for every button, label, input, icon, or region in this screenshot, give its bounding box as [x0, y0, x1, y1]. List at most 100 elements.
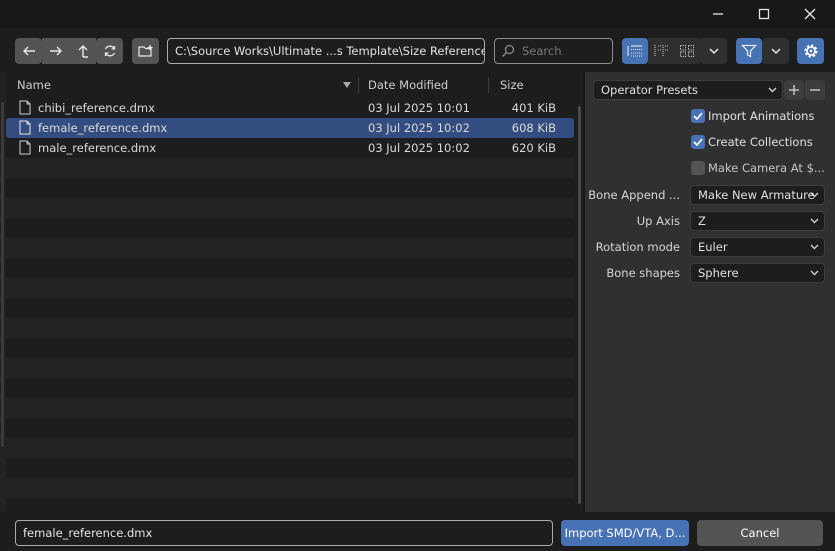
filter-icon: [741, 44, 757, 58]
filename-input[interactable]: female_reference.dmx: [15, 520, 553, 546]
new-folder-button[interactable]: [132, 38, 159, 64]
empty-row: [6, 178, 574, 198]
file-date: 03 Jul 2025 10:02: [368, 121, 470, 135]
checkmark-icon: [693, 138, 703, 147]
empty-row: [6, 198, 574, 218]
file-name: chibi_reference.dmx: [38, 101, 155, 115]
minimize-icon: [713, 13, 723, 15]
directory-path-input[interactable]: C:\Source Works\Ultimate ...s Template\S…: [167, 38, 485, 64]
gear-icon: [804, 44, 817, 58]
make-camera-label[interactable]: Make Camera At $...: [708, 161, 825, 175]
chevron-down-icon: [770, 48, 781, 55]
arrow-right-icon: [49, 46, 62, 56]
grid-view-icon: [680, 45, 694, 57]
filter-settings-dropdown[interactable]: [762, 38, 789, 64]
rotation-mode-dropdown[interactable]: Euler: [690, 237, 825, 257]
vertical-list-view-button[interactable]: [622, 38, 648, 64]
forward-button[interactable]: [42, 38, 69, 64]
bone-append-dropdown[interactable]: Make New Armature: [690, 185, 825, 205]
import-animations-checkbox[interactable]: [691, 109, 705, 123]
chevron-down-icon: [810, 218, 819, 224]
file-row[interactable]: chibi_reference.dmx 03 Jul 2025 10:01 40…: [6, 98, 574, 118]
column-header-size[interactable]: Size: [500, 74, 524, 96]
import-animations-label[interactable]: Import Animations: [708, 109, 814, 123]
thumbnail-view-button[interactable]: [674, 38, 700, 64]
column-divider[interactable]: [358, 77, 359, 93]
checkmark-icon: [693, 112, 703, 121]
empty-row: [6, 378, 574, 398]
bone-shapes-value: Sphere: [698, 266, 739, 280]
chevron-down-icon: [810, 192, 819, 198]
file-rows: chibi_reference.dmx 03 Jul 2025 10:01 40…: [6, 98, 583, 512]
column-header-name[interactable]: Name: [17, 74, 51, 96]
file-icon: [19, 140, 31, 155]
back-button[interactable]: [15, 38, 42, 64]
filter-toggle-button[interactable]: [736, 38, 762, 64]
file-size: 620 KiB: [511, 141, 556, 155]
file-list-scrollbar[interactable]: [578, 106, 581, 504]
empty-row: [6, 278, 574, 298]
file-date: 03 Jul 2025 10:01: [368, 101, 470, 115]
arrow-up-icon: [78, 45, 88, 58]
bone-shapes-label: Bone shapes: [606, 266, 680, 280]
refresh-button[interactable]: [96, 38, 123, 64]
file-date: 03 Jul 2025 10:02: [368, 141, 470, 155]
empty-row: [6, 338, 574, 358]
remove-preset-button[interactable]: [805, 80, 825, 100]
file-list-header: Name Date Modified Size: [6, 74, 583, 96]
empty-row: [6, 438, 574, 458]
chevron-down-icon: [768, 87, 777, 93]
sidebar-scrollbar[interactable]: [1, 102, 4, 447]
search-placeholder: Search: [522, 44, 562, 58]
file-size: 401 KiB: [511, 101, 556, 115]
import-button[interactable]: Import SMD/VTA, D...: [561, 520, 689, 546]
arrow-left-icon: [22, 46, 35, 56]
horizontal-list-view-button[interactable]: [648, 38, 674, 64]
close-icon: [804, 8, 816, 20]
column-divider[interactable]: [488, 77, 489, 93]
file-icon: [19, 100, 31, 115]
title-bar: [0, 0, 835, 28]
file-row-selected[interactable]: female_reference.dmx 03 Jul 2025 10:02 6…: [6, 118, 574, 138]
maximize-icon: [758, 8, 770, 20]
empty-row: [6, 458, 574, 478]
up-axis-value: Z: [698, 214, 706, 228]
operator-presets-label: Operator Presets: [601, 83, 698, 97]
empty-row: [6, 238, 574, 258]
minimize-button[interactable]: [695, 0, 741, 28]
file-size: 608 KiB: [511, 121, 556, 135]
options-toggle-button[interactable]: [797, 38, 824, 64]
operator-presets-dropdown[interactable]: Operator Presets: [593, 80, 783, 100]
file-list: Name Date Modified Size chibi_reference.…: [6, 72, 583, 512]
search-input[interactable]: Search: [494, 38, 613, 64]
columns-view-icon: [654, 45, 668, 57]
create-collections-label[interactable]: Create Collections: [708, 135, 813, 149]
list-view-icon: [627, 45, 642, 57]
close-button[interactable]: [787, 0, 833, 28]
bone-shapes-dropdown[interactable]: Sphere: [690, 263, 825, 283]
display-settings-dropdown[interactable]: [700, 38, 727, 64]
cancel-button[interactable]: Cancel: [697, 520, 823, 546]
create-collections-checkbox[interactable]: [691, 135, 705, 149]
rotation-mode-label: Rotation mode: [595, 240, 680, 254]
up-axis-label: Up Axis: [636, 214, 680, 228]
sort-descending-icon[interactable]: [343, 82, 351, 88]
file-name: male_reference.dmx: [38, 141, 157, 155]
empty-row: [6, 218, 574, 238]
column-header-date[interactable]: Date Modified: [368, 74, 448, 96]
chevron-down-icon: [810, 244, 819, 250]
parent-directory-button[interactable]: [69, 38, 96, 64]
chevron-down-icon: [810, 270, 819, 276]
file-name: female_reference.dmx: [38, 121, 168, 135]
minus-icon: [810, 89, 820, 91]
empty-row: [6, 318, 574, 338]
empty-row: [6, 358, 574, 378]
file-row[interactable]: male_reference.dmx 03 Jul 2025 10:02 620…: [6, 138, 574, 158]
search-icon: [501, 44, 515, 58]
add-preset-button[interactable]: [784, 80, 804, 100]
rotation-mode-value: Euler: [698, 240, 728, 254]
up-axis-dropdown[interactable]: Z: [690, 211, 825, 231]
make-camera-checkbox[interactable]: [691, 161, 705, 175]
maximize-button[interactable]: [741, 0, 787, 28]
empty-row: [6, 158, 574, 178]
